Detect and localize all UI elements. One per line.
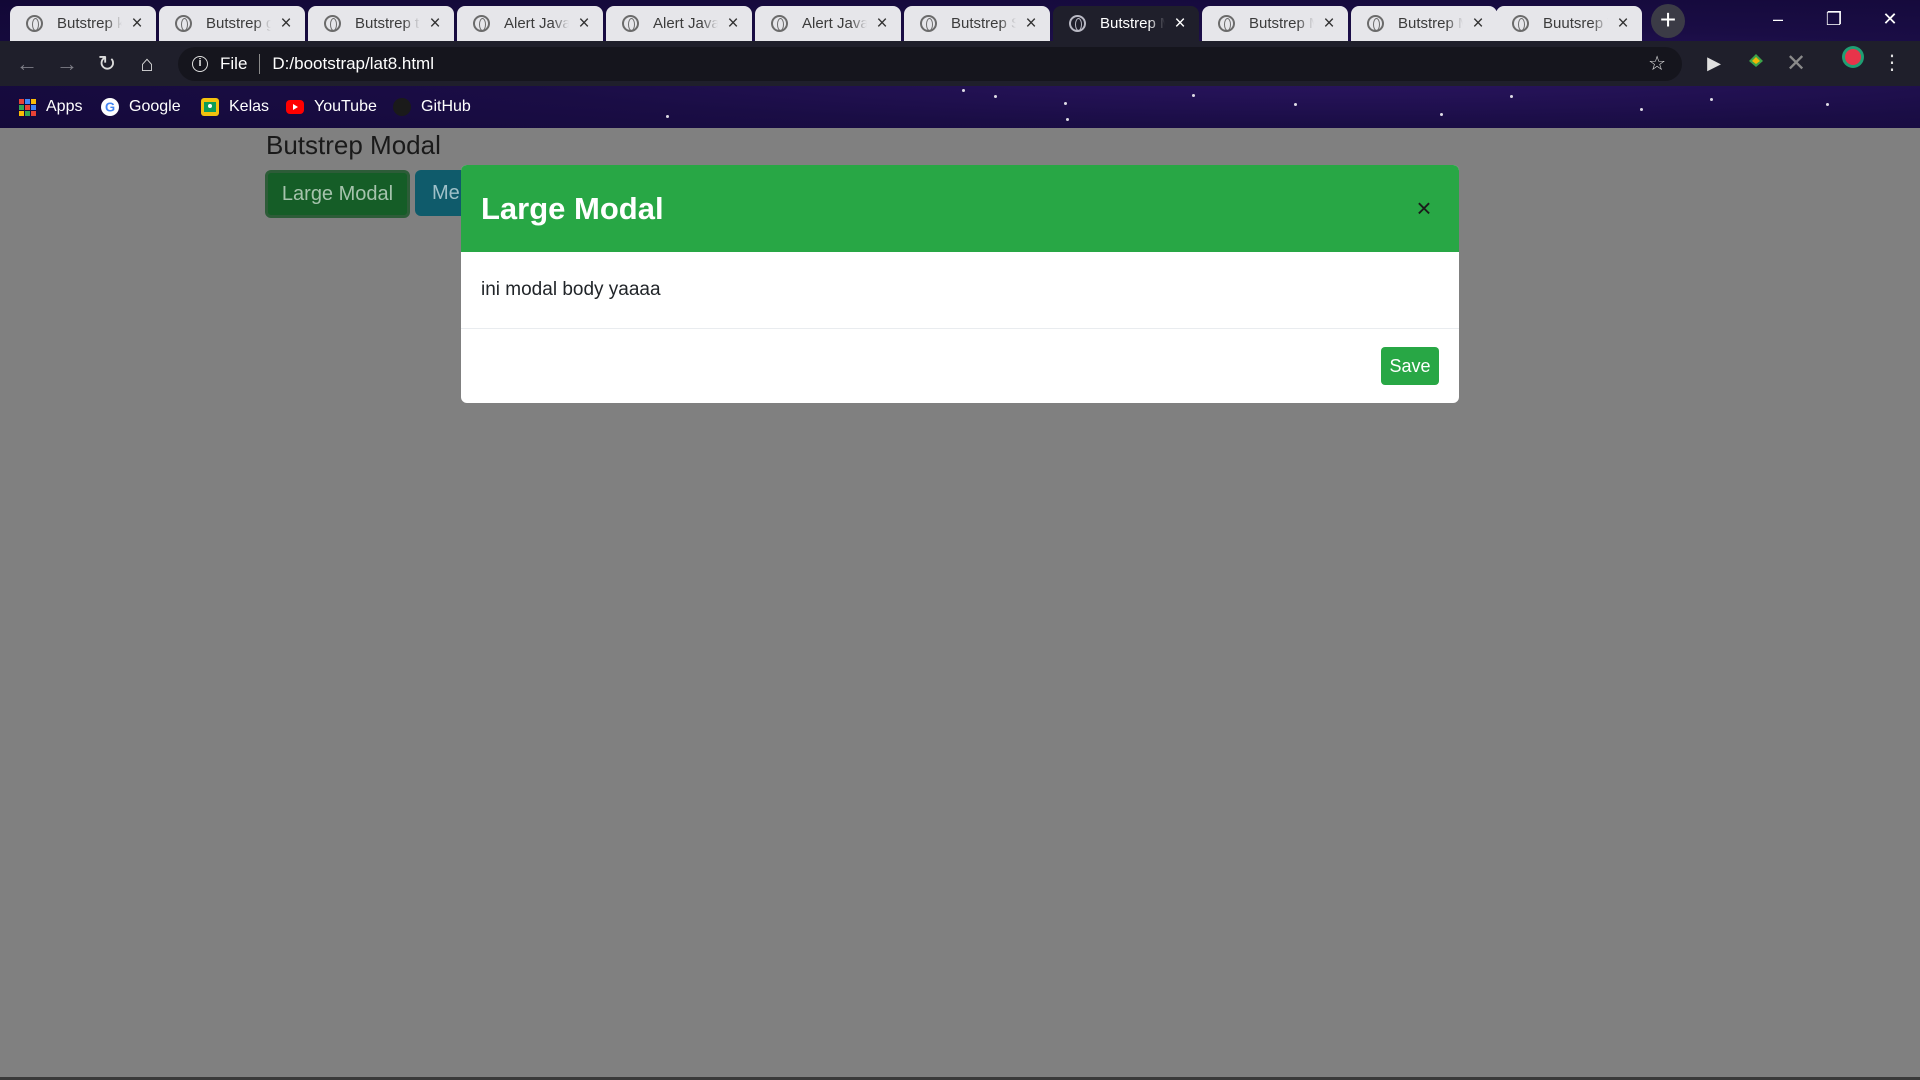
bookmark-kelas[interactable]: Kelas <box>201 94 269 120</box>
close-tab-icon[interactable]: × <box>724 13 742 35</box>
close-icon[interactable]: × <box>1409 193 1439 224</box>
file-scheme-label: File <box>220 54 248 73</box>
close-tab-icon[interactable]: × <box>426 13 444 35</box>
globe-icon <box>175 15 192 32</box>
browser-tab[interactable]: Alert Java × <box>606 6 752 41</box>
back-arrow-icon[interactable]: ← <box>9 41 45 86</box>
browser-tab[interactable]: Butstrep S × <box>904 6 1050 41</box>
home-icon[interactable]: ⌂ <box>129 41 165 86</box>
tab-title: Butstrep M <box>1249 15 1314 32</box>
modal-header: Large Modal × <box>461 165 1459 252</box>
minimize-button[interactable]: – <box>1750 0 1806 40</box>
globe-icon <box>1367 15 1384 32</box>
tab-title: Butstrep g <box>206 15 271 32</box>
bookmark-label: YouTube <box>314 98 377 115</box>
bookmark-google[interactable]: G Google <box>101 94 181 120</box>
bookmark-star-icon[interactable]: ☆ <box>1648 51 1666 76</box>
globe-icon <box>771 15 788 32</box>
tab-strip: Butstrep k × Butstrep g × Butstrep t × A… <box>0 0 1920 41</box>
info-icon[interactable]: i <box>192 56 208 72</box>
large-modal-dialog: Large Modal × ini modal body yaaaa Save <box>461 165 1459 403</box>
apps-grid-icon <box>19 98 36 116</box>
close-tab-icon[interactable]: × <box>1469 13 1487 35</box>
browser-tab[interactable]: Butstrep t × <box>308 6 454 41</box>
x-extension-icon[interactable]: ✕ <box>1779 41 1813 86</box>
tab-title: Butstrep M <box>1100 15 1165 32</box>
globe-icon <box>473 15 490 32</box>
tab-title: Butstrep S <box>951 15 1016 32</box>
svg-text:G: G <box>105 100 115 115</box>
new-tab-button[interactable]: + <box>1651 4 1685 38</box>
close-tab-icon[interactable]: × <box>873 13 891 35</box>
url-text[interactable]: D:/bootstrap/lat8.html <box>272 54 434 74</box>
large-modal-button[interactable]: Large Modal <box>265 170 410 218</box>
bookmark-youtube[interactable]: YouTube <box>286 94 377 120</box>
globe-icon <box>324 15 341 32</box>
tab-title: Alert Java <box>504 15 569 32</box>
bookmarks-bar: Apps G Google Kelas YouTube GitHub <box>0 86 1920 126</box>
modal-footer: Save <box>461 329 1459 403</box>
github-icon <box>393 98 411 116</box>
close-tab-icon[interactable]: × <box>1171 13 1189 35</box>
tab-title: Butstrep t <box>355 15 420 32</box>
cursor-extension-icon[interactable]: ▶ <box>1697 41 1731 86</box>
close-window-button[interactable]: ✕ <box>1862 0 1918 40</box>
browser-tab[interactable]: Butstrep M × <box>1351 6 1497 41</box>
modal-body: ini modal body yaaaa <box>461 252 1459 329</box>
browser-tab[interactable]: Butstrep g × <box>159 6 305 41</box>
browser-tab[interactable]: Alert Java × <box>457 6 603 41</box>
classroom-icon <box>201 98 219 116</box>
restore-button[interactable]: ❐ <box>1806 0 1862 40</box>
page-title: Butstrep Modal <box>266 130 441 160</box>
close-tab-icon[interactable]: × <box>1320 13 1338 35</box>
close-tab-icon[interactable]: × <box>1022 13 1040 35</box>
browser-chrome: Butstrep k × Butstrep g × Butstrep t × A… <box>0 0 1920 128</box>
colorful-extension-icon[interactable] <box>1739 41 1773 86</box>
globe-icon <box>1069 15 1086 32</box>
close-tab-icon[interactable]: × <box>128 13 146 35</box>
save-button[interactable]: Save <box>1381 347 1439 385</box>
reload-icon[interactable]: ↻ <box>89 41 125 86</box>
close-tab-icon[interactable]: × <box>1614 13 1632 35</box>
browser-tab[interactable]: Buutsrep T × <box>1496 6 1642 41</box>
globe-icon <box>622 15 639 32</box>
globe-icon <box>1512 15 1529 32</box>
profile-avatar[interactable] <box>1836 41 1870 86</box>
tab-title: Alert Java <box>802 15 867 32</box>
youtube-icon <box>286 100 304 114</box>
forward-arrow-icon[interactable]: → <box>49 41 85 86</box>
bookmark-label: Apps <box>46 98 83 115</box>
globe-icon <box>26 15 43 32</box>
browser-tab[interactable]: Butstrep k × <box>10 6 156 41</box>
modal-body-text: ini modal body yaaaa <box>481 279 661 300</box>
browser-tab[interactable]: Butstrep M × <box>1202 6 1348 41</box>
modal-title: Large Modal <box>481 190 664 226</box>
google-icon: G <box>101 98 119 116</box>
bookmark-apps[interactable]: Apps <box>19 94 82 120</box>
browser-toolbar: ← → ↻ ⌂ i File D:/bootstrap/lat8.html ☆ <box>0 41 1920 86</box>
tab-title: Alert Java <box>653 15 718 32</box>
tab-title: Buutsrep T <box>1543 15 1608 32</box>
browser-tab[interactable]: Alert Java × <box>755 6 901 41</box>
tab-title: Butstrep M <box>1398 15 1463 32</box>
close-tab-icon[interactable]: × <box>277 13 295 35</box>
bookmark-label: Kelas <box>229 98 270 115</box>
bookmark-github[interactable]: GitHub <box>393 94 471 120</box>
browser-tab-active[interactable]: Butstrep M × <box>1053 6 1199 41</box>
tab-title: Butstrep k <box>57 15 122 32</box>
bookmark-label: Google <box>129 98 181 115</box>
close-tab-icon[interactable]: × <box>575 13 593 35</box>
bookmark-label: GitHub <box>421 98 471 115</box>
address-bar[interactable]: i File D:/bootstrap/lat8.html ☆ <box>178 47 1682 81</box>
globe-icon <box>1218 15 1235 32</box>
divider <box>259 54 261 74</box>
globe-icon <box>920 15 937 32</box>
menu-kebab-icon[interactable]: ⋮ <box>1875 41 1909 86</box>
